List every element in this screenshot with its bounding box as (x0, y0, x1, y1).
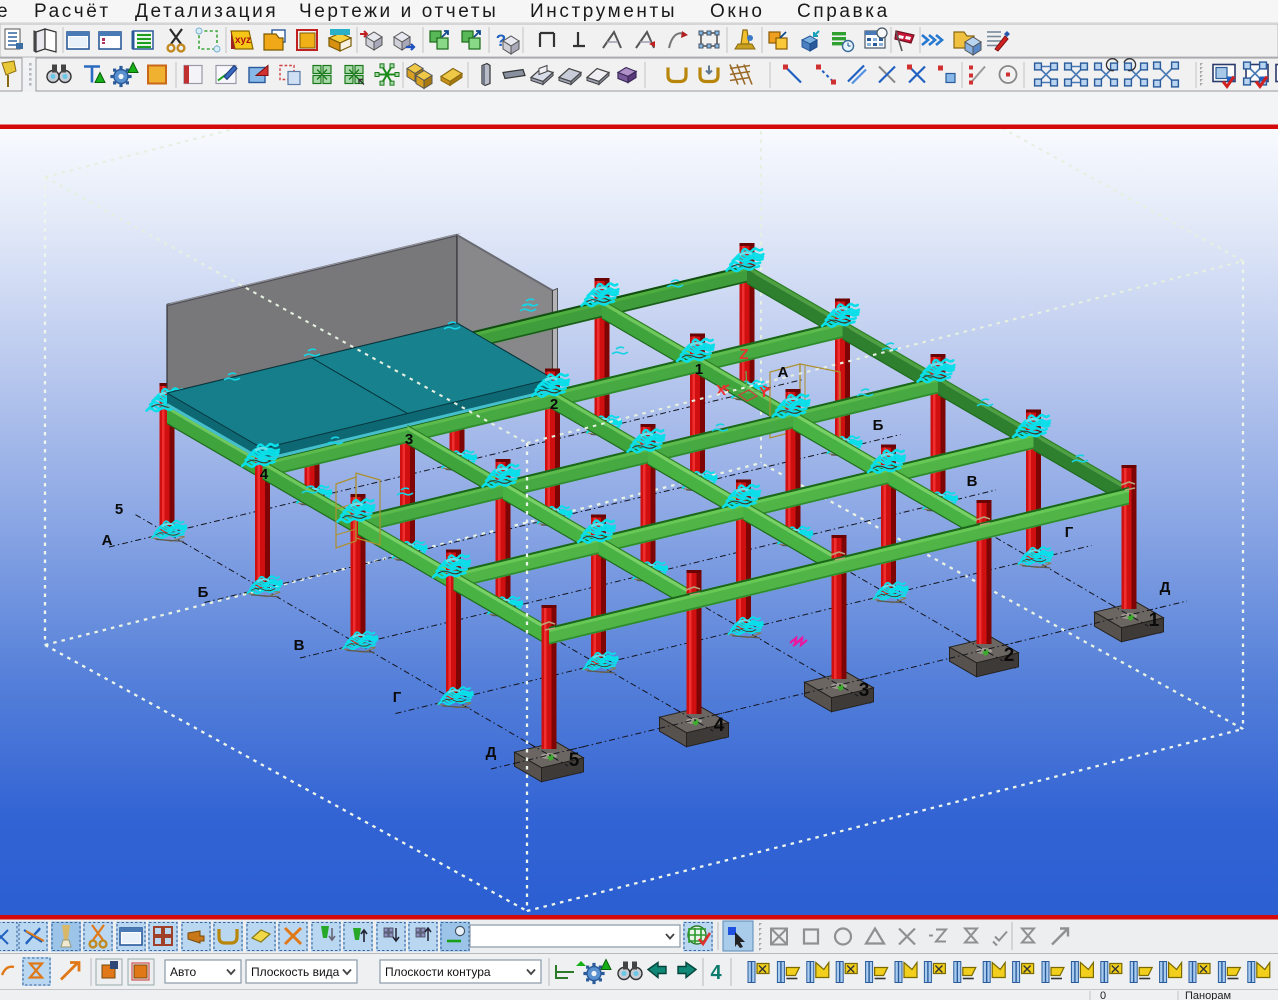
svg-text:Д: Д (1160, 579, 1171, 596)
svg-text:Плоскости контура: Плоскости контура (385, 965, 491, 979)
svg-text:Z: Z (739, 346, 748, 363)
svg-text:3: 3 (405, 431, 413, 448)
svg-text:А: А (102, 532, 113, 549)
svg-text:0: 0 (1100, 990, 1106, 1000)
svg-text:5: 5 (115, 501, 123, 518)
svg-text:2: 2 (550, 396, 558, 413)
svg-text:Г: Г (393, 689, 402, 706)
svg-text:4: 4 (714, 715, 725, 736)
svg-text:X: X (716, 382, 726, 399)
svg-text:4: 4 (710, 962, 722, 984)
svg-text:В: В (967, 473, 978, 490)
svg-text:Y: Y (759, 384, 769, 401)
svg-text:1: 1 (695, 361, 703, 378)
svg-text:5: 5 (569, 750, 580, 771)
svg-text:Панорам: Панорам (1185, 990, 1231, 1000)
svg-text:Д: Д (486, 744, 497, 761)
svg-text:3: 3 (859, 680, 870, 701)
svg-text:В: В (294, 637, 305, 654)
svg-text:Б: Б (873, 417, 884, 434)
svg-text:2: 2 (1004, 645, 1015, 666)
svg-text:Б: Б (198, 584, 209, 601)
svg-text:Плоскость вида: Плоскость вида (251, 965, 340, 979)
svg-text:4: 4 (260, 466, 269, 483)
svg-text:xyz: xyz (235, 35, 251, 46)
svg-text:Авто: Авто (170, 965, 196, 979)
svg-text:1: 1 (1149, 610, 1160, 631)
svg-text:Г: Г (1065, 524, 1074, 541)
